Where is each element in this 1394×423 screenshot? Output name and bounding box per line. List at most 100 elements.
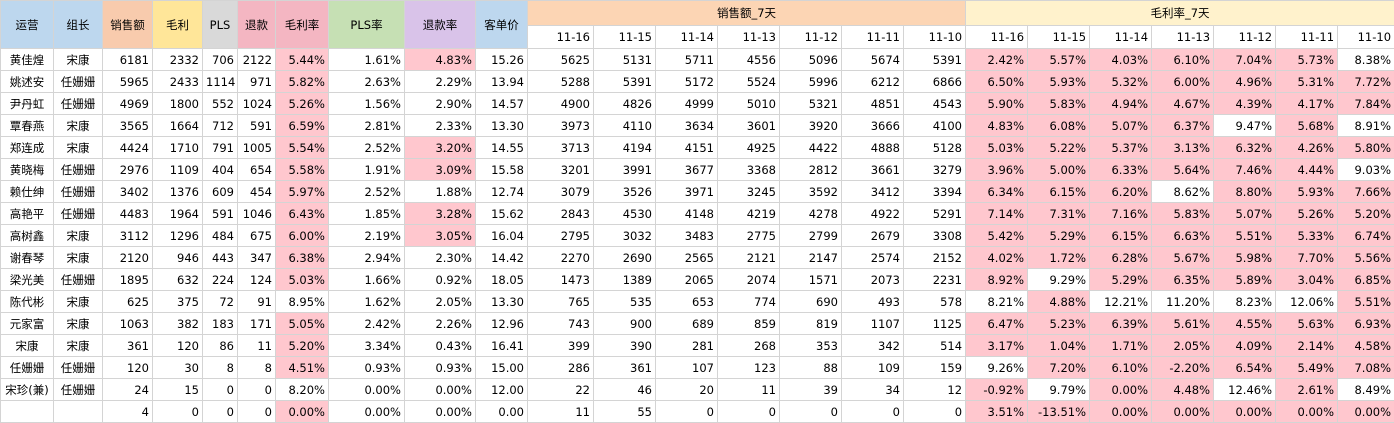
gross-cell[interactable]: 0 — [153, 401, 203, 423]
sales-7d-cell[interactable]: 4530 — [594, 203, 656, 225]
gross-cell[interactable]: 946 — [153, 247, 203, 269]
sales-7d-cell[interactable]: 55 — [594, 401, 656, 423]
ops-cell[interactable]: 高艳平 — [1, 203, 54, 225]
gross-rate-cell[interactable]: 6.59% — [276, 115, 329, 137]
gross-rate-7d-cell[interactable]: 4.48% — [1152, 379, 1214, 401]
date-header-sales-7d[interactable]: 11-14 — [656, 26, 718, 49]
gross-rate-7d-cell[interactable]: 3.13% — [1152, 137, 1214, 159]
refund-cell[interactable]: 0 — [238, 401, 276, 423]
date-header-sales-7d[interactable]: 11-16 — [528, 26, 594, 49]
avg-price-cell[interactable]: 15.58 — [476, 159, 528, 181]
gross-rate-7d-cell[interactable]: 6.08% — [1028, 115, 1090, 137]
pls-rate-cell[interactable]: 1.61% — [329, 49, 405, 71]
pls-cell[interactable]: 0 — [203, 379, 238, 401]
avg-price-cell[interactable]: 15.00 — [476, 357, 528, 379]
gross-rate-7d-cell[interactable]: 3.04% — [1276, 269, 1338, 291]
gross-rate-7d-cell[interactable]: 9.79% — [1028, 379, 1090, 401]
gross-rate-cell[interactable]: 0.00% — [276, 401, 329, 423]
sales-cell[interactable]: 2976 — [103, 159, 153, 181]
pls-cell[interactable]: 183 — [203, 313, 238, 335]
avg-price-cell[interactable]: 14.42 — [476, 247, 528, 269]
refund-rate-cell[interactable]: 0.92% — [405, 269, 476, 291]
sales-7d-cell[interactable]: 2065 — [656, 269, 718, 291]
gross-rate-cell[interactable]: 5.97% — [276, 181, 329, 203]
refund-cell[interactable]: 8 — [238, 357, 276, 379]
refund-cell[interactable]: 171 — [238, 313, 276, 335]
gross-rate-7d-cell[interactable]: 7.16% — [1090, 203, 1152, 225]
sales-7d-cell[interactable]: 1389 — [594, 269, 656, 291]
gross-cell[interactable]: 1664 — [153, 115, 203, 137]
refund-cell[interactable]: 124 — [238, 269, 276, 291]
gross-rate-7d-cell[interactable]: 6.35% — [1152, 269, 1214, 291]
sales-7d-cell[interactable]: 109 — [842, 357, 904, 379]
gross-cell[interactable]: 1109 — [153, 159, 203, 181]
gross-rate-7d-cell[interactable]: 5.31% — [1276, 71, 1338, 93]
gross-rate-7d-cell[interactable]: 11.20% — [1152, 291, 1214, 313]
sales-7d-cell[interactable]: 4543 — [904, 93, 966, 115]
sales-cell[interactable]: 625 — [103, 291, 153, 313]
gross-rate-7d-cell[interactable]: 5.89% — [1214, 269, 1276, 291]
refund-cell[interactable]: 347 — [238, 247, 276, 269]
gross-rate-7d-cell[interactable]: 6.20% — [1090, 181, 1152, 203]
gross-cell[interactable]: 382 — [153, 313, 203, 335]
sales-7d-cell[interactable]: 353 — [780, 335, 842, 357]
pls-cell[interactable]: 591 — [203, 203, 238, 225]
sales-cell[interactable]: 120 — [103, 357, 153, 379]
gross-rate-7d-cell[interactable]: 5.98% — [1214, 247, 1276, 269]
sales-7d-cell[interactable]: 4100 — [904, 115, 966, 137]
leader-cell[interactable] — [54, 401, 103, 423]
pls-rate-cell[interactable]: 2.81% — [329, 115, 405, 137]
gross-rate-7d-cell[interactable]: 4.26% — [1276, 137, 1338, 159]
sales-7d-cell[interactable]: 286 — [528, 357, 594, 379]
sales-7d-cell[interactable]: 3713 — [528, 137, 594, 159]
sales-7d-cell[interactable]: 2795 — [528, 225, 594, 247]
sales-7d-cell[interactable]: 11 — [528, 401, 594, 423]
gross-cell[interactable]: 2433 — [153, 71, 203, 93]
sales-7d-cell[interactable]: 1125 — [904, 313, 966, 335]
sales-cell[interactable]: 3402 — [103, 181, 153, 203]
refund-rate-cell[interactable]: 1.88% — [405, 181, 476, 203]
gross-rate-7d-cell[interactable]: 6.54% — [1214, 357, 1276, 379]
gross-rate-7d-cell[interactable]: 6.33% — [1090, 159, 1152, 181]
header-pls[interactable]: PLS — [203, 1, 238, 49]
gross-rate-7d-cell[interactable]: 12.46% — [1214, 379, 1276, 401]
sales-7d-cell[interactable]: 342 — [842, 335, 904, 357]
date-header-sales-7d[interactable]: 11-15 — [594, 26, 656, 49]
sales-7d-cell[interactable]: 819 — [780, 313, 842, 335]
header-sales[interactable]: 销售额 — [103, 1, 153, 49]
sales-7d-cell[interactable]: 3032 — [594, 225, 656, 247]
avg-price-cell[interactable]: 13.30 — [476, 115, 528, 137]
gross-rate-7d-cell[interactable]: 5.93% — [1276, 181, 1338, 203]
refund-rate-cell[interactable]: 0.00% — [405, 401, 476, 423]
sales-7d-cell[interactable]: 123 — [718, 357, 780, 379]
sales-7d-cell[interactable]: 281 — [656, 335, 718, 357]
gross-rate-7d-cell[interactable]: 8.49% — [1338, 379, 1394, 401]
sales-7d-cell[interactable]: 3601 — [718, 115, 780, 137]
pls-rate-cell[interactable]: 2.94% — [329, 247, 405, 269]
sales-7d-cell[interactable]: 3483 — [656, 225, 718, 247]
refund-cell[interactable]: 0 — [238, 379, 276, 401]
gross-rate-cell[interactable]: 5.20% — [276, 335, 329, 357]
gross-rate-7d-cell[interactable]: 5.03% — [966, 137, 1028, 159]
gross-rate-7d-cell[interactable]: 4.67% — [1152, 93, 1214, 115]
sales-7d-cell[interactable]: 0 — [780, 401, 842, 423]
header-avg-price[interactable]: 客单价 — [476, 1, 528, 49]
gross-rate-7d-cell[interactable]: 4.58% — [1338, 335, 1394, 357]
sales-7d-cell[interactable]: 39 — [780, 379, 842, 401]
gross-rate-7d-cell[interactable]: 0.00% — [1338, 401, 1394, 423]
gross-rate-7d-cell[interactable]: 0.00% — [1276, 401, 1338, 423]
avg-price-cell[interactable]: 14.57 — [476, 93, 528, 115]
gross-rate-cell[interactable]: 5.26% — [276, 93, 329, 115]
refund-cell[interactable]: 1005 — [238, 137, 276, 159]
avg-price-cell[interactable]: 13.30 — [476, 291, 528, 313]
sales-7d-cell[interactable]: 765 — [528, 291, 594, 313]
gross-rate-7d-cell[interactable]: 7.70% — [1276, 247, 1338, 269]
date-header-gross-rate-7d[interactable]: 11-15 — [1028, 26, 1090, 49]
gross-rate-7d-cell[interactable]: 6.34% — [966, 181, 1028, 203]
avg-price-cell[interactable]: 16.41 — [476, 335, 528, 357]
sales-cell[interactable]: 5965 — [103, 71, 153, 93]
leader-cell[interactable]: 任姗姗 — [54, 269, 103, 291]
sales-7d-cell[interactable]: 1571 — [780, 269, 842, 291]
pls-rate-cell[interactable]: 2.42% — [329, 313, 405, 335]
ops-cell[interactable]: 元家富 — [1, 313, 54, 335]
